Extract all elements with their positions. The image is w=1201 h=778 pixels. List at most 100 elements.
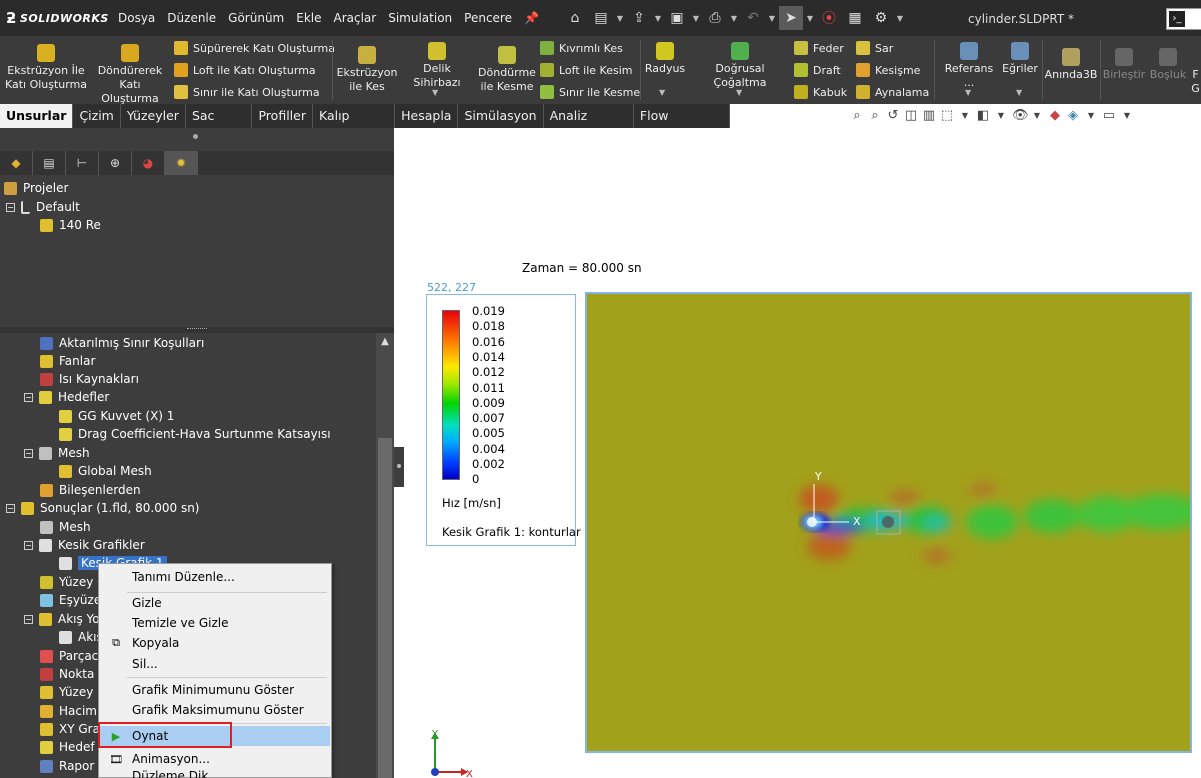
menu-tools[interactable]: Araçlar bbox=[328, 11, 383, 25]
dynamic-annotation-icon[interactable]: ▥ bbox=[922, 108, 936, 123]
menu-window[interactable]: Pencere bbox=[458, 11, 518, 25]
tab-sheet-metal[interactable]: Sac Levha bbox=[186, 104, 253, 147]
tree-row-global-mesh[interactable]: Global Mesh bbox=[59, 462, 152, 480]
tree-row-gg-force[interactable]: GG Kuvvet (X) 1 bbox=[59, 407, 174, 425]
extrude-cut-button[interactable]: Ekstrüzyon ile Kes bbox=[336, 46, 398, 94]
revolve-boss-button[interactable]: Döndürerek Katı Oluşturma bbox=[90, 44, 170, 106]
cut-plot-contour-field[interactable]: Y X bbox=[585, 292, 1192, 753]
select-cursor-icon[interactable]: ➤ bbox=[778, 6, 803, 30]
undo-icon[interactable]: ↶ bbox=[741, 6, 765, 30]
tree-row-flow-trajectories[interactable]: − Akış Yo bbox=[24, 610, 100, 628]
swept-cut-button[interactable]: Kıvrımlı Kes bbox=[540, 38, 623, 58]
scroll-up-arrow-icon[interactable]: ▲ bbox=[376, 333, 394, 351]
menu-insert[interactable]: Ekle bbox=[290, 11, 327, 25]
tree-row-volume-params[interactable]: Hacim bbox=[40, 702, 97, 720]
tree-row-mesh[interactable]: − Mesh bbox=[24, 444, 90, 462]
tree-row-particle-studies[interactable]: Parçacı bbox=[40, 647, 102, 665]
fillet-dropdown-icon[interactable]: ▼ bbox=[659, 88, 665, 97]
tab-surfaces[interactable]: Yüzeyler bbox=[121, 104, 186, 128]
command-search-box[interactable]: ›_ bbox=[1166, 8, 1201, 30]
edit-appearance-icon[interactable]: ◆ bbox=[1048, 108, 1062, 123]
hide-show-items-icon[interactable]: 👁 bbox=[1012, 108, 1029, 123]
instant3d-button[interactable]: Anında3B bbox=[1044, 48, 1098, 82]
open-icon[interactable]: ⇪ bbox=[627, 6, 651, 30]
select-dropdown-icon[interactable]: ▼ bbox=[805, 14, 815, 23]
panel-toggle-handle[interactable] bbox=[394, 447, 404, 487]
tree-row-cut-plots[interactable]: − Kesik Grafikler bbox=[24, 536, 145, 554]
traffic-light-icon[interactable]: ⦿ bbox=[817, 6, 841, 30]
display-style-dropdown-icon[interactable]: ▼ bbox=[994, 111, 1008, 120]
tree-row-140-re[interactable]: 140 Re bbox=[40, 216, 101, 234]
reference-geometry-button[interactable]: Referans ... bbox=[938, 42, 1000, 90]
flow-simulation-tab-icon[interactable]: ✹ bbox=[165, 151, 198, 175]
combine-button[interactable]: Birleştir bbox=[1102, 48, 1146, 82]
menu-hide[interactable]: Gizle bbox=[100, 593, 330, 613]
display-manager-tab-icon[interactable]: ◕ bbox=[132, 151, 165, 175]
file-properties-icon[interactable]: ▦ bbox=[843, 6, 867, 30]
feature-manager-tab-icon[interactable]: ◆ bbox=[0, 151, 33, 175]
save-icon[interactable]: ▣ bbox=[665, 6, 689, 30]
menu-view[interactable]: Görünüm bbox=[222, 11, 290, 25]
wrap-button[interactable]: Sar bbox=[856, 38, 893, 58]
new-dropdown-icon[interactable]: ▼ bbox=[615, 14, 625, 23]
menu-show-plot-max[interactable]: Grafik Maksimumunu Göster bbox=[100, 700, 330, 720]
tab-evaluate[interactable]: Hesapla bbox=[395, 104, 459, 128]
revolve-cut-button[interactable]: Döndürme ile Kesme bbox=[478, 46, 536, 94]
tree-row-heat-sources[interactable]: Isı Kaynakları bbox=[40, 370, 139, 388]
solidworks-logo[interactable]: ƻ SOLIDWORKS bbox=[0, 9, 112, 27]
gap-button[interactable]: Boşluk bbox=[1148, 48, 1188, 82]
menu-animation[interactable]: 🎞 Animasyon... bbox=[100, 749, 330, 769]
rib-button[interactable]: Feder bbox=[794, 38, 844, 58]
curves-button[interactable]: Eğriler bbox=[1000, 42, 1040, 76]
curves-dropdown-icon[interactable]: ▼ bbox=[1016, 88, 1022, 97]
extrude-boss-button[interactable]: Ekstrüzyon İle Katı Oluşturma bbox=[4, 44, 88, 92]
view-settings-dropdown-icon[interactable]: ▼ bbox=[1120, 111, 1134, 120]
reference-dropdown-icon[interactable]: ▼ bbox=[965, 88, 971, 97]
print-icon[interactable]: ⎙ bbox=[703, 6, 727, 30]
new-document-icon[interactable]: ▤ bbox=[589, 6, 613, 30]
menu-simulation[interactable]: Simulation bbox=[382, 11, 458, 25]
section-view-icon[interactable]: ◫ bbox=[904, 108, 918, 123]
tree-row-results[interactable]: − Sonuçlar (1.fld, 80.000 sn) bbox=[6, 499, 199, 517]
panel-collapse-handle[interactable] bbox=[193, 134, 198, 139]
tree-row-transferred-bc[interactable]: Aktarılmış Sınır Koşulları bbox=[40, 334, 204, 352]
view-orientation-icon[interactable]: ⬚ bbox=[940, 108, 954, 123]
tab-mold-tools[interactable]: Kalıp Araçları bbox=[313, 104, 396, 147]
property-manager-tab-icon[interactable]: ▤ bbox=[33, 151, 66, 175]
intersect-button[interactable]: Kesişme bbox=[856, 60, 920, 80]
collapse-icon[interactable]: − bbox=[24, 614, 33, 624]
loft-boss-button[interactable]: Loft ile Katı Oluşturma bbox=[174, 60, 316, 80]
zoom-to-area-icon[interactable]: ⌕ bbox=[868, 108, 882, 123]
menu-normal-to[interactable]: Düzleme Dik bbox=[100, 769, 330, 778]
apply-scene-icon[interactable]: ◈ bbox=[1066, 108, 1080, 123]
menu-delete[interactable]: Sil... bbox=[100, 654, 330, 674]
menu-show-plot-min[interactable]: Grafik Minimumunu Göster bbox=[100, 680, 330, 700]
save-dropdown-icon[interactable]: ▼ bbox=[691, 14, 701, 23]
boundary-boss-button[interactable]: Sınır ile Katı Oluşturma bbox=[174, 82, 320, 102]
fillet-button[interactable]: Radyus bbox=[644, 42, 686, 76]
view-orientation-dropdown-icon[interactable]: ▼ bbox=[958, 111, 972, 120]
tab-simulation[interactable]: Simülasyon bbox=[458, 104, 544, 128]
shell-button[interactable]: Kabuk bbox=[794, 82, 847, 102]
tree-row-fans[interactable]: Fanlar bbox=[40, 352, 95, 370]
tab-profiles[interactable]: Profiller bbox=[252, 104, 313, 128]
linear-pattern-dropdown-icon[interactable]: ▼ bbox=[736, 88, 742, 97]
view-settings-icon[interactable]: ▭ bbox=[1102, 108, 1116, 123]
menu-edit-definition[interactable]: Tanımı Düzenle... bbox=[100, 567, 330, 587]
options-dropdown-icon[interactable]: ▼ bbox=[895, 14, 905, 23]
tree-row-goals[interactable]: − Hedefler bbox=[24, 388, 109, 406]
tab-analysis-prep[interactable]: Analiz Hazırlığı bbox=[544, 104, 634, 147]
menu-copy[interactable]: ⧉ Kopyala bbox=[100, 633, 330, 653]
collapse-icon[interactable]: − bbox=[24, 392, 33, 402]
options-gear-icon[interactable]: ⚙ bbox=[869, 6, 893, 30]
hole-wizard-button[interactable]: Delik Sihirbazı bbox=[400, 42, 474, 90]
display-style-icon[interactable]: ◧ bbox=[976, 108, 990, 123]
boundary-cut-button[interactable]: Sınır ile Kesme bbox=[540, 82, 640, 102]
menu-clear-and-hide[interactable]: Temizle ve Gizle bbox=[100, 613, 330, 633]
collapse-icon[interactable]: − bbox=[24, 448, 33, 458]
tab-flow-simulation[interactable]: Flow Simulation bbox=[634, 104, 730, 147]
tree-row-components[interactable]: Bileşenlerden bbox=[40, 481, 141, 499]
configuration-manager-tab-icon[interactable]: ⊢ bbox=[66, 151, 99, 175]
tree-row-surface-params[interactable]: Yüzey P bbox=[40, 683, 104, 701]
tree-row-goal-plots[interactable]: Hedef bbox=[40, 738, 95, 756]
